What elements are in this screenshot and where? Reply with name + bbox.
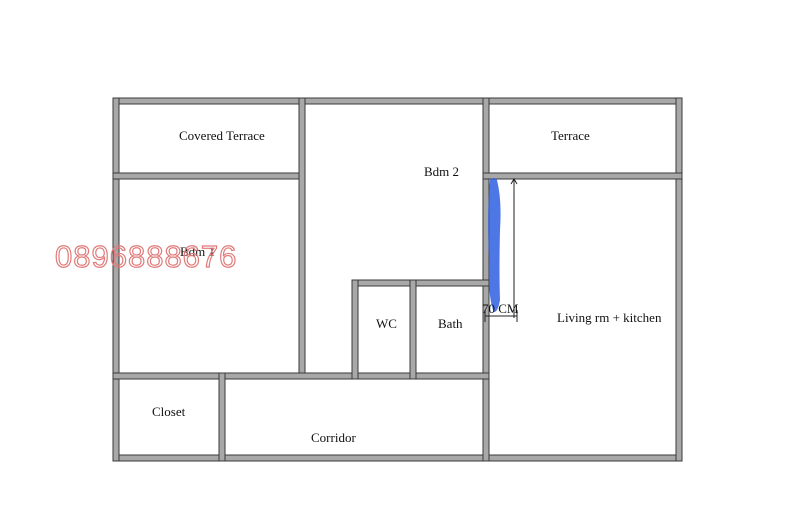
wall-wc-bath-divider xyxy=(409,279,417,380)
wall-wc-left xyxy=(351,279,359,380)
room-corridor: Corridor xyxy=(311,430,356,445)
wall-left xyxy=(112,97,120,462)
room-living: Living rm + kitchen xyxy=(557,310,662,325)
room-covered-terrace: Covered Terrace xyxy=(179,128,265,143)
floor-plan-svg: 70 CM Covered Terrace Bdm 2 Terrace Bdm … xyxy=(54,97,683,462)
room-closet: Closet xyxy=(152,404,186,419)
room-bdm2: Bdm 2 xyxy=(424,164,459,179)
wall-bottom xyxy=(112,454,683,462)
wall-bdm1-right xyxy=(298,97,306,380)
room-wc: WC xyxy=(376,316,397,331)
wall-closet-top xyxy=(112,372,226,380)
walls xyxy=(112,97,683,462)
room-bath: Bath xyxy=(438,316,463,331)
wall-top xyxy=(112,97,683,105)
wall-covered-terrace-bottom xyxy=(112,172,306,180)
phone-watermark: 0896888676 xyxy=(55,239,237,274)
wall-right xyxy=(675,97,683,462)
floor-plan: 70 CM Covered Terrace Bdm 2 Terrace Bdm … xyxy=(0,0,800,532)
room-terrace: Terrace xyxy=(551,128,590,143)
highlight-marker xyxy=(488,178,501,312)
wall-wc-bath-top xyxy=(351,279,490,287)
wall-closet-right xyxy=(218,372,226,462)
dimension-label: 70 CM xyxy=(482,301,519,316)
wall-terrace-bottom xyxy=(482,172,683,180)
